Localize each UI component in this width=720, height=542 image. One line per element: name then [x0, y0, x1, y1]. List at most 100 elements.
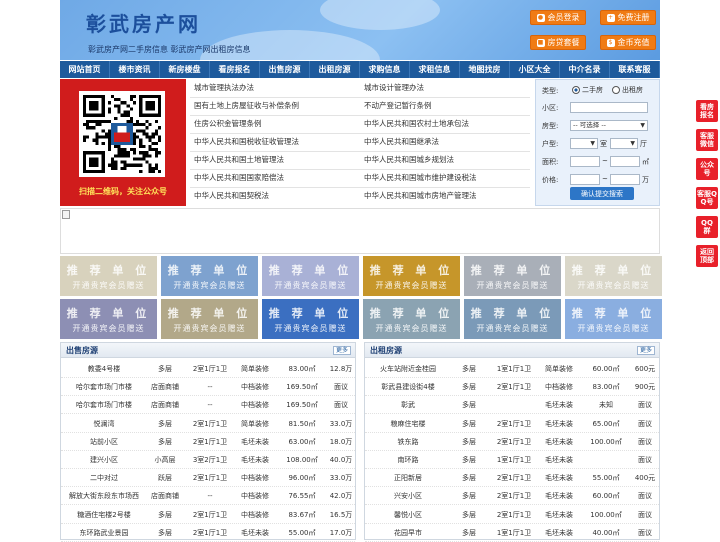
law-link[interactable]: 国有土地上房屋征收与补偿条例	[194, 97, 299, 115]
law-link[interactable]: 不动产登记暂行条例	[364, 97, 432, 115]
listing-row[interactable]: 糖酒住宅楼2号楼 多层 2室1厅1卫 中档装修 83.67㎡ 16.5万	[61, 506, 355, 524]
listing-row[interactable]: 东环路武业景园 多层 2室1厅1卫 毛坯未装 55.00㎡ 17.0万	[61, 524, 355, 542]
listing-row[interactable]: 站前小区 多层 2室1厅1卫 毛坯未装 63.00㎡ 18.0万	[61, 433, 355, 451]
nav-item[interactable]: 看房报名	[210, 61, 260, 78]
law-link[interactable]: 城市设计管理办法	[364, 79, 424, 97]
law-link[interactable]: 中华人民共和国土地管理法	[194, 151, 284, 169]
promo-slot[interactable]: 推 荐 单 位开通贵宾会员赠送	[363, 299, 460, 339]
side-button[interactable]: QQ 群	[696, 216, 718, 238]
law-link[interactable]: 中华人民共和国继承法	[364, 133, 439, 151]
loan-package-button[interactable]: ■ 房贷套餐	[530, 35, 586, 50]
listing-name[interactable]: 花园早市	[367, 524, 449, 542]
price-min-input[interactable]	[570, 174, 600, 185]
side-button[interactable]: 客服 微信	[696, 129, 718, 151]
promo-slot[interactable]: 推 荐 单 位开通贵宾会员赠送	[464, 256, 561, 296]
type-option-sale[interactable]: 二手房	[572, 85, 603, 95]
listing-name[interactable]: 东环路武业景园	[63, 524, 145, 542]
promo-slot[interactable]: 推 荐 单 位开通贵宾会员赠送	[262, 299, 359, 339]
rent-more-link[interactable]: 更多	[636, 346, 655, 355]
listing-row[interactable]: 铁东路 多层 2室1厅1卫 毛坯未装 100.00㎡ 面议	[365, 433, 659, 451]
banner-ad[interactable]	[60, 208, 660, 254]
nav-item[interactable]: 网站首页	[60, 61, 110, 78]
nav-item[interactable]: 出租房源	[310, 61, 360, 78]
listing-row[interactable]: 粮麻住宅楼 多层 2室1厅1卫 毛坯未装 65.00㎡ 面议	[365, 415, 659, 433]
area-min-input[interactable]	[570, 156, 600, 167]
nav-item[interactable]: 联系客服	[610, 61, 660, 78]
listing-row[interactable]: 教委4号楼 多层 2室1厅1卫 简单装修 83.00㎡ 12.8万	[61, 360, 355, 378]
room-select[interactable]: ▼	[570, 138, 598, 149]
promo-slot[interactable]: 推 荐 单 位开通贵宾会员赠送	[262, 256, 359, 296]
listing-name[interactable]: 哈尔套市场门市楼	[63, 396, 145, 414]
coin-recharge-button[interactable]: $ 金币充值	[600, 35, 656, 50]
search-submit-button[interactable]: 确认提交搜索	[570, 187, 634, 200]
nav-item[interactable]: 小区大全	[510, 61, 560, 78]
member-login-button[interactable]: ● 会员登录	[530, 10, 586, 25]
listing-name[interactable]: 彰武	[367, 396, 449, 414]
listing-row[interactable]: 彰武 多层 毛坯未装 未知 面议	[365, 396, 659, 415]
listing-name[interactable]: 粮麻住宅楼	[367, 415, 449, 433]
law-link[interactable]: 中华人民共和国农村土地承包法	[364, 115, 469, 133]
listing-name[interactable]: 解放大街东段东市场西	[63, 487, 145, 505]
nav-item[interactable]: 求租信息	[410, 61, 460, 78]
nav-item[interactable]: 地图找房	[460, 61, 510, 78]
law-link[interactable]: 中华人民共和国契税法	[194, 187, 269, 205]
law-link[interactable]: 中华人民共和国城市维护建设税法	[364, 169, 477, 187]
promo-slot[interactable]: 推 荐 单 位开通贵宾会员赠送	[363, 256, 460, 296]
side-button[interactable]: 看房 报名	[696, 100, 718, 122]
listing-name[interactable]: 糖酒住宅楼2号楼	[63, 506, 145, 524]
promo-slot[interactable]: 推 荐 单 位开通贵宾会员赠送	[161, 299, 258, 339]
listing-name[interactable]: 建兴小区	[63, 451, 145, 469]
community-input[interactable]	[570, 102, 648, 113]
listing-row[interactable]: 馨悦小区 多层 2室1厅1卫 毛坯未装 100.00㎡ 面议	[365, 506, 659, 524]
listing-row[interactable]: 正阳新居 多层 2室1厅1卫 毛坯未装 55.00㎡ 400元	[365, 469, 659, 488]
promo-slot[interactable]: 推 荐 单 位开通贵宾会员赠送	[161, 256, 258, 296]
side-button[interactable]: 返回 顶部	[696, 245, 718, 267]
promo-slot[interactable]: 推 荐 单 位开通贵宾会员赠送	[464, 299, 561, 339]
listing-name[interactable]: 哈尔套市场门市楼	[63, 378, 145, 396]
promo-slot[interactable]: 推 荐 单 位开通贵宾会员赠送	[565, 256, 662, 296]
listing-name[interactable]: 彰武县建设街4楼	[367, 378, 449, 396]
law-link[interactable]: 中华人民共和国税收征收管理法	[194, 133, 299, 151]
listing-name[interactable]: 二中对过	[63, 469, 145, 487]
listing-name[interactable]: 教委4号楼	[63, 360, 145, 378]
listing-row[interactable]: 火车站附近金桂园 多层 1室1厅1卫 简单装修 60.00㎡ 600元	[365, 360, 659, 378]
listing-row[interactable]: 彰武县建设街4楼 多层 2室1厅1卫 中档装修 83.00㎡ 900元	[365, 378, 659, 397]
listing-name[interactable]: 悦澜湾	[63, 415, 145, 433]
listing-row[interactable]: 花园早市 多层 1室1厅1卫 毛坯未装 40.00㎡ 面议	[365, 524, 659, 542]
listing-row[interactable]: 南环路 多层 1室1厅1卫 毛坯未装 面议	[365, 451, 659, 469]
listing-row[interactable]: 悦澜湾 多层 2室1厅1卫 简单装修 81.50㎡ 33.0万	[61, 415, 355, 433]
area-max-input[interactable]	[610, 156, 640, 167]
listing-row[interactable]: 建兴小区 小高层 3室2厅1卫 毛坯未装 108.00㎡ 40.0万	[61, 451, 355, 469]
listing-row[interactable]: 哈尔套市场门市楼 店面商铺 -- 中档装修 169.50㎡ 面议	[61, 378, 355, 397]
site-logo-title[interactable]: 彰武房产网	[86, 8, 201, 37]
house-type-select[interactable]: -- 可选择 -- ▼	[570, 120, 648, 131]
listing-row[interactable]: 解放大街东段东市场西 店面商铺 -- 中档装修 76.55㎡ 42.0万	[61, 487, 355, 506]
law-link[interactable]: 城市管理执法办法	[194, 79, 254, 97]
nav-item[interactable]: 楼市资讯	[110, 61, 160, 78]
listing-row[interactable]: 哈尔套市场门市楼 店面商铺 -- 中档装修 169.50㎡ 面议	[61, 396, 355, 415]
type-option-rent[interactable]: 出租房	[612, 85, 643, 95]
law-link[interactable]: 住房公积金管理条例	[194, 115, 262, 133]
price-max-input[interactable]	[610, 174, 640, 185]
listing-name[interactable]: 兴安小区	[367, 487, 449, 505]
promo-slot[interactable]: 推 荐 单 位开通贵宾会员赠送	[565, 299, 662, 339]
law-link[interactable]: 中华人民共和国城乡规划法	[364, 151, 454, 169]
nav-item[interactable]: 中介名录	[560, 61, 610, 78]
listing-name[interactable]: 南环路	[367, 451, 449, 469]
promo-slot[interactable]: 推 荐 单 位开通贵宾会员赠送	[60, 256, 157, 296]
sale-more-link[interactable]: 更多	[332, 346, 351, 355]
listing-row[interactable]: 二中对过 跃层 2室1厅1卫 中档装修 96.00㎡ 33.0万	[61, 469, 355, 488]
nav-item[interactable]: 新房楼盘	[160, 61, 210, 78]
listing-name[interactable]: 站前小区	[63, 433, 145, 451]
promo-slot[interactable]: 推 荐 单 位开通贵宾会员赠送	[60, 299, 157, 339]
side-button[interactable]: 公众号	[696, 158, 718, 180]
hall-select[interactable]: ▼	[610, 138, 638, 149]
nav-item[interactable]: 出售房源	[260, 61, 310, 78]
law-link[interactable]: 中华人民共和国国家赔偿法	[194, 169, 284, 187]
listing-name[interactable]: 铁东路	[367, 433, 449, 451]
side-button[interactable]: 客服Q Q号	[696, 187, 718, 209]
listing-name[interactable]: 正阳新居	[367, 469, 449, 487]
listing-name[interactable]: 火车站附近金桂园	[367, 360, 449, 378]
free-register-button[interactable]: + 免费注册	[600, 10, 656, 25]
nav-item[interactable]: 求购信息	[360, 61, 410, 78]
